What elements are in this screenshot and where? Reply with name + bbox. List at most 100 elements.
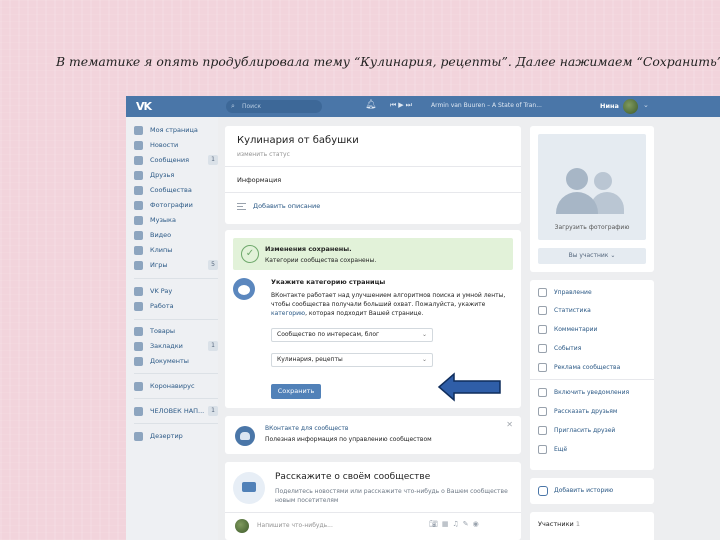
- menu-item-events[interactable]: События: [538, 342, 581, 354]
- promo-title[interactable]: ВКонтакте для сообществ: [265, 425, 348, 432]
- sidebar-item-label: Новости: [150, 141, 179, 149]
- sidebar-item-label: Закладки: [150, 342, 183, 350]
- music-icon: [134, 215, 143, 225]
- sidebar-item-app[interactable]: Дезертир: [134, 430, 218, 442]
- people-placeholder-icon: [556, 192, 598, 214]
- notifications-bell-icon[interactable]: 🔔︎: [365, 100, 376, 110]
- menu-item-invite[interactable]: Пригласить друзей: [538, 424, 615, 436]
- promo-subtitle: Полезная информация по управлению сообще…: [265, 436, 432, 443]
- category-card: ✓ Изменения сохранены. Категории сообщес…: [225, 230, 521, 408]
- add-description-link[interactable]: Добавить описание: [237, 202, 320, 210]
- sidebar-item-my-page[interactable]: Моя страница: [134, 124, 218, 136]
- post-input[interactable]: Напишите что-нибудь...: [257, 522, 333, 529]
- members-count: 1: [575, 520, 580, 528]
- clips-icon: [134, 245, 143, 255]
- news-icon: [134, 140, 143, 150]
- subcategory-select[interactable]: Кулинария, рецепты ⌄: [271, 353, 433, 367]
- sidebar-item-label: Дезертир: [150, 432, 183, 440]
- story-icon: [538, 486, 548, 496]
- menu-item-comments[interactable]: Комментарии: [538, 323, 597, 335]
- sidebar-item-work[interactable]: Работа: [134, 300, 218, 312]
- sidebar-divider: [134, 398, 218, 399]
- post-composer[interactable]: Напишите что-нибудь... 📷︎▦♫✎◉: [225, 512, 521, 540]
- sidebar-item-photos[interactable]: Фотографии: [134, 199, 218, 211]
- vk-logo[interactable]: VK: [136, 100, 154, 113]
- sidebar-item-goods[interactable]: Товары: [134, 325, 218, 337]
- camera-icon: [134, 200, 143, 210]
- text-lines-icon: [237, 202, 246, 210]
- sidebar-divider: [134, 373, 218, 374]
- counter-badge: 5: [208, 260, 218, 270]
- upload-photo-area[interactable]: Загрузить фотографию: [538, 134, 646, 240]
- menu-item-stats[interactable]: Статистика: [538, 304, 591, 316]
- ads-icon: [538, 362, 547, 372]
- attachment-icons[interactable]: 📷︎▦♫✎◉: [429, 520, 483, 528]
- sidebar-item-friends[interactable]: Друзья: [134, 169, 218, 181]
- promo-card[interactable]: ВКонтакте для сообществ Полезная информа…: [225, 416, 521, 454]
- category-title: Укажите категорию страницы: [271, 278, 386, 286]
- sidebar-item-coronavirus[interactable]: Коронавирус: [134, 380, 218, 392]
- sidebar-item-label: ЧЕЛОВЕК НАП...: [150, 407, 205, 415]
- menu-item-ads[interactable]: Реклама сообщества: [538, 361, 620, 373]
- search-placeholder: Поиск: [242, 103, 262, 110]
- saved-subtitle: Категории сообщества сохранены.: [265, 257, 377, 264]
- virus-icon: [134, 381, 143, 391]
- now-playing-track[interactable]: Armin van Buuren – A State of Tran...: [431, 102, 542, 109]
- avatar: [235, 519, 249, 533]
- top-bar: VK ⌕ Поиск 🔔︎ ⏮▶⏭ Armin van Buuren – A S…: [126, 96, 720, 117]
- bookmark-icon: [134, 341, 143, 351]
- save-button[interactable]: Сохранить: [271, 384, 321, 399]
- members-label: Участники: [538, 520, 574, 528]
- sidebar-item-bookmarks[interactable]: Закладки 1: [134, 340, 218, 352]
- player-controls-icon[interactable]: ⏮▶⏭: [390, 101, 414, 110]
- sidebar-item-video[interactable]: Видео: [134, 229, 218, 241]
- divider: [225, 192, 521, 193]
- sidebar-item-label: Коронавирус: [150, 382, 195, 390]
- sidebar-item-documents[interactable]: Документы: [134, 355, 218, 367]
- counter-badge: 1: [208, 341, 218, 351]
- menu-item-more[interactable]: Ещё: [538, 443, 567, 455]
- user-avatar[interactable]: [623, 99, 638, 114]
- sidebar-item-messages[interactable]: Сообщения 1: [134, 154, 218, 166]
- group-icon: [134, 406, 143, 416]
- member-button[interactable]: Вы участник ⌄: [538, 248, 646, 264]
- menu-item-label: События: [554, 344, 582, 352]
- more-icon: [538, 444, 547, 454]
- user-name[interactable]: Нина: [600, 102, 619, 110]
- menu-item-share[interactable]: Рассказать друзьям: [538, 405, 617, 417]
- sidebar-item-label: Игры: [150, 261, 168, 269]
- group-header-card: Кулинария от бабушки изменить статус Инф…: [225, 126, 521, 224]
- subcategory-select-value: Кулинария, рецепты: [277, 356, 343, 363]
- sidebar-item-groups[interactable]: Сообщества: [134, 184, 218, 196]
- chevron-down-icon[interactable]: ⌄: [643, 101, 649, 109]
- comments-icon: [538, 324, 547, 334]
- add-story-card[interactable]: Добавить историю: [530, 478, 654, 504]
- sidebar-divider: [134, 278, 218, 279]
- sidebar-item-vkpay[interactable]: VK Pay: [134, 285, 218, 297]
- category-description: ВКонтакте работает над улучшением алгори…: [271, 291, 511, 318]
- chevron-down-icon: ⌄: [421, 356, 427, 363]
- category-select[interactable]: Сообщество по интересам, блог ⌄: [271, 328, 433, 342]
- sidebar-item-news[interactable]: Новости: [134, 139, 218, 151]
- sidebar-item-label: Фотографии: [150, 201, 193, 209]
- vk-screenshot: VK ⌕ Поиск 🔔︎ ⏮▶⏭ Armin van Buuren – A S…: [126, 96, 720, 540]
- category-link[interactable]: категорию: [271, 310, 305, 317]
- vkpay-icon: [134, 286, 143, 296]
- menu-item-manage[interactable]: Управление: [538, 286, 592, 298]
- sidebar-item-clips[interactable]: Клипы: [134, 244, 218, 256]
- mascot-dog-icon: [233, 278, 255, 300]
- sidebar-item-music[interactable]: Музыка: [134, 214, 218, 226]
- sidebar-item-label: Моя страница: [150, 126, 198, 134]
- menu-item-notifications[interactable]: Включить уведомления: [538, 386, 629, 398]
- group-actions-menu: Управление Статистика Комментарии Событи…: [530, 280, 654, 470]
- divider: [225, 166, 521, 167]
- search-icon: ⌕: [231, 102, 235, 110]
- members-heading[interactable]: Участники 1: [538, 520, 580, 528]
- search-input[interactable]: ⌕ Поиск: [226, 100, 322, 113]
- slide-caption: В тематике я опять продублировала тему “…: [56, 54, 720, 69]
- sidebar-item-games[interactable]: Игры 5: [134, 259, 218, 271]
- sidebar-item-label: Видео: [150, 231, 172, 239]
- change-status-link[interactable]: изменить статус: [237, 151, 290, 158]
- sidebar-item-group[interactable]: ЧЕЛОВЕК НАП... 1: [134, 405, 218, 417]
- close-icon[interactable]: ✕: [506, 420, 513, 429]
